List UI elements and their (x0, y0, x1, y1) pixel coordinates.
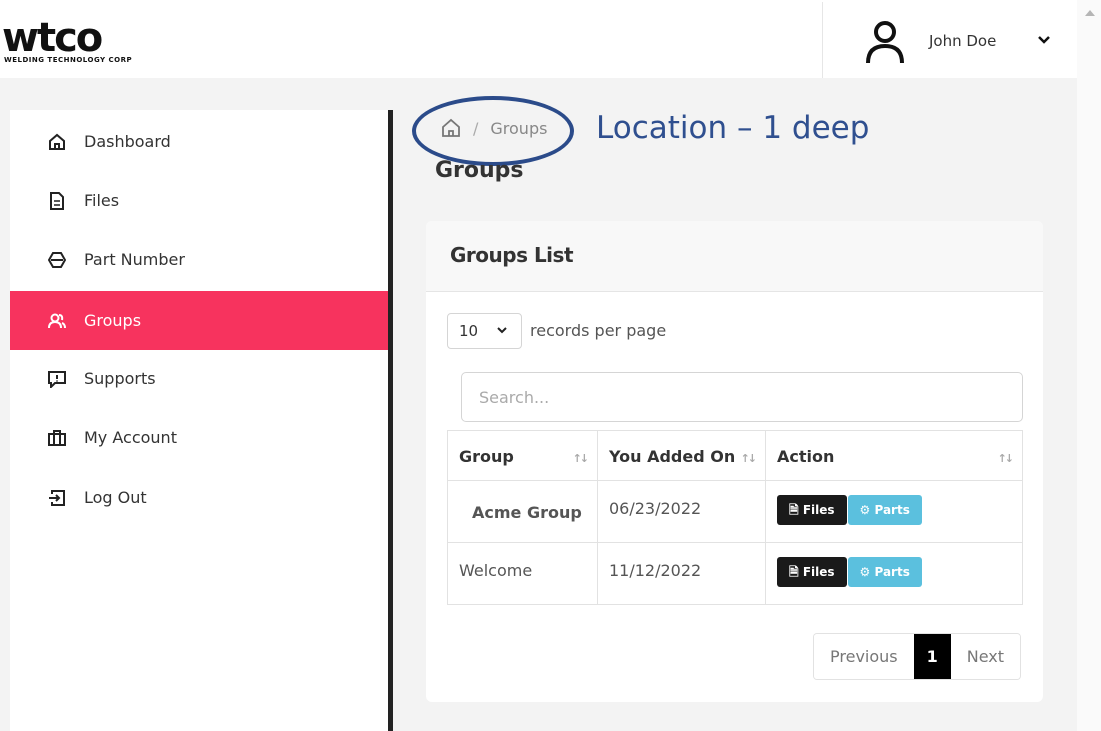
annotation-text: Location – 1 deep (596, 110, 870, 146)
home-icon (49, 133, 65, 150)
parts-button[interactable]: ⚙ Parts (847, 495, 922, 525)
files-button[interactable]: 🗎 Files (777, 495, 847, 525)
sidebar-item-my-account[interactable]: My Account (10, 408, 388, 467)
group-name: Acme Group (472, 503, 582, 522)
search-input[interactable] (461, 372, 1023, 422)
logo-subtitle: WELDING TECHNOLOGY CORP (4, 56, 133, 64)
sidebar-item-label: Part Number (84, 250, 185, 269)
files-button-label: Files (802, 503, 835, 517)
group-cell: Welcome (447, 542, 598, 605)
added-on-cell: 06/23/2022 (597, 480, 766, 543)
logout-icon (49, 489, 65, 506)
card-title: Groups List (450, 243, 574, 267)
user-icon (866, 21, 904, 64)
user-name: John Doe (929, 32, 997, 50)
user-menu[interactable]: John Doe (822, 2, 1077, 78)
sidebar-item-label: Log Out (84, 488, 147, 507)
sidebar: Dashboard Files Part Number Groups Suppo… (10, 110, 393, 731)
next-page-button[interactable]: Next (950, 634, 1021, 679)
files-button[interactable]: 🗎 Files (777, 557, 847, 587)
sort-icon[interactable]: ↑↓ (573, 452, 590, 465)
scroll-up-arrow-icon[interactable] (1085, 10, 1095, 16)
parts-button-label: Parts (874, 503, 910, 517)
page-length-select[interactable]: 10 (447, 313, 522, 349)
sidebar-item-supports[interactable]: Supports (10, 349, 388, 408)
sidebar-item-log-out[interactable]: Log Out (10, 468, 388, 527)
logo-text: wtco (2, 15, 103, 61)
sidebar-item-label: Dashboard (84, 132, 171, 151)
support-icon (48, 370, 66, 388)
action-cell: 🗎 Files ⚙ Parts (765, 480, 1023, 543)
parts-button[interactable]: ⚙ Parts (847, 557, 922, 587)
chevron-down-icon[interactable] (1037, 34, 1051, 46)
files-button-label: Files (802, 565, 835, 579)
sidebar-item-label: Supports (84, 369, 156, 388)
groups-table: Group ↑↓ You Added On ↑↓ Action ↑↓ Acme … (447, 430, 1023, 605)
file-icon (50, 191, 64, 210)
part-number-icon (48, 251, 66, 268)
sidebar-item-files[interactable]: Files (10, 171, 388, 230)
table-row: Welcome 11/12/2022 🗎 Files ⚙ Parts (447, 542, 1023, 605)
previous-page-button[interactable]: Previous (814, 634, 914, 679)
page-title: Groups (435, 158, 524, 183)
annotation-circle (412, 96, 574, 166)
sidebar-item-dashboard[interactable]: Dashboard (10, 112, 388, 171)
logo[interactable]: wtco WELDING TECHNOLOGY CORP (2, 18, 187, 66)
users-icon (48, 313, 66, 328)
briefcase-icon (48, 429, 66, 446)
sort-icon[interactable]: ↑↓ (998, 452, 1015, 465)
table-row: Acme Group 06/23/2022 🗎 Files ⚙ Parts (447, 480, 1023, 543)
action-cell: 🗎 Files ⚙ Parts (765, 542, 1023, 605)
sort-icon[interactable]: ↑↓ (741, 452, 758, 465)
table-header-row: Group ↑↓ You Added On ↑↓ Action ↑↓ (447, 430, 1023, 481)
groups-card: Groups List 10 records per page Group ↑↓… (426, 221, 1043, 702)
current-page-button[interactable]: 1 (913, 634, 951, 679)
column-header-action[interactable]: Action ↑↓ (765, 430, 1023, 481)
sidebar-item-groups[interactable]: Groups (10, 291, 388, 350)
column-header-added-on[interactable]: You Added On ↑↓ (597, 430, 766, 481)
group-cell: Acme Group (447, 480, 598, 543)
added-on-cell: 11/12/2022 (597, 542, 766, 605)
column-header-label: Action (777, 447, 835, 466)
column-header-group[interactable]: Group ↑↓ (447, 430, 598, 481)
pagination: Previous 1 Next (813, 633, 1022, 680)
sidebar-item-part-number[interactable]: Part Number (10, 230, 388, 289)
scrollbar[interactable] (1077, 0, 1101, 731)
parts-button-label: Parts (874, 565, 910, 579)
page-length-value: 10 (459, 322, 479, 340)
chevron-down-icon (497, 327, 507, 334)
card-header: Groups List (426, 221, 1043, 292)
page-length-label: records per page (530, 321, 667, 340)
sidebar-item-label: Groups (84, 311, 142, 330)
column-header-label: Group (459, 447, 514, 466)
column-header-label: You Added On (609, 447, 736, 466)
sidebar-item-label: My Account (84, 428, 177, 447)
top-bar: wtco WELDING TECHNOLOGY CORP John Doe (0, 0, 1077, 78)
sidebar-item-label: Files (84, 191, 120, 210)
